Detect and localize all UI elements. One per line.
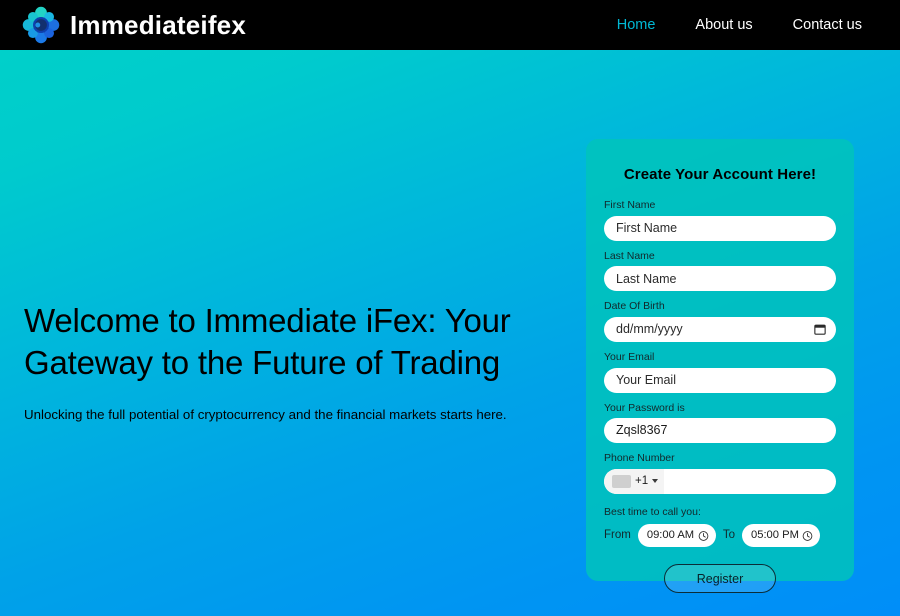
form-title: Create Your Account Here! <box>623 166 817 183</box>
clock-icon[interactable] <box>698 530 709 541</box>
date-of-birth-placeholder: dd/mm/yyyy <box>616 322 683 337</box>
label-phone-number: Phone Number <box>604 452 675 465</box>
brand-logo[interactable]: Immediateifex <box>22 6 246 44</box>
field-password: Your Password is Zqsl8367 <box>604 402 836 444</box>
field-phone-number: Phone Number +1 <box>604 452 836 494</box>
label-email: Your Email <box>604 350 655 363</box>
email-input[interactable]: Your Email <box>604 367 836 393</box>
field-last-name: Last Name Last Name <box>604 250 836 292</box>
field-date-of-birth: Date Of Birth dd/mm/yyyy <box>604 300 836 342</box>
clock-icon[interactable] <box>802 530 813 541</box>
country-code-value: +1 <box>635 474 649 487</box>
to-time-value: 05:00 PM <box>751 529 799 542</box>
field-first-name: First Name First Name <box>604 199 836 241</box>
from-label: From <box>604 529 631 542</box>
country-code-selector[interactable]: +1 <box>604 468 665 494</box>
time-range-row: From 09:00 AM To 05:00 PM <box>604 524 836 548</box>
password-value: Zqsl8367 <box>616 423 668 438</box>
label-password: Your Password is <box>604 401 685 414</box>
field-best-time-to-call: Best time to call you: From 09:00 AM To … <box>604 506 836 548</box>
hero-subtitle: Unlocking the full potential of cryptocu… <box>24 406 507 422</box>
date-of-birth-input[interactable]: dd/mm/yyyy <box>604 316 836 342</box>
first-name-placeholder: First Name <box>616 220 678 235</box>
email-placeholder: Your Email <box>616 372 676 387</box>
label-first-name: First Name <box>604 199 656 211</box>
password-input[interactable]: Zqsl8367 <box>604 418 836 444</box>
nav-link-home[interactable]: Home <box>617 17 656 33</box>
to-time-input[interactable]: 05:00 PM <box>742 524 820 548</box>
nav-link-about-us[interactable]: About us <box>695 17 752 33</box>
register-button-wrap: Register <box>604 564 836 594</box>
chevron-down-icon[interactable] <box>652 479 659 484</box>
nav-link-contact-us[interactable]: Contact us <box>793 17 862 33</box>
to-label: To <box>722 529 735 542</box>
phone-number-input[interactable]: +1 <box>604 468 836 494</box>
first-name-input[interactable]: First Name <box>604 215 836 241</box>
registration-form-card: Create Your Account Here! First Name Fir… <box>586 139 854 594</box>
last-name-placeholder: Last Name <box>616 271 677 286</box>
field-email: Your Email Your Email <box>604 351 836 393</box>
page-title: Welcome to Immediate iFex: Your Gateway … <box>24 302 511 381</box>
country-flag-icon <box>612 474 631 488</box>
register-button[interactable]: Register <box>664 564 776 594</box>
hero-section: Welcome to Immediate iFex: Your Gateway … <box>24 300 544 424</box>
label-last-name: Last Name <box>604 249 655 262</box>
petal-cluster-logo-icon <box>22 6 60 44</box>
site-header: Immediateifex Home About us Contact us <box>0 0 900 50</box>
brand-name: Immediateifex <box>70 10 247 40</box>
from-time-value: 09:00 AM <box>646 529 695 542</box>
main-nav: Home About us Contact us <box>617 17 862 33</box>
label-date-of-birth: Date Of Birth <box>604 300 665 313</box>
calendar-icon[interactable] <box>814 323 826 336</box>
last-name-input[interactable]: Last Name <box>604 266 836 292</box>
label-best-time-to-call: Best time to call you: <box>604 505 701 518</box>
from-time-input[interactable]: 09:00 AM <box>637 524 716 548</box>
page-root: Immediateifex Home About us Contact us W… <box>0 0 900 616</box>
